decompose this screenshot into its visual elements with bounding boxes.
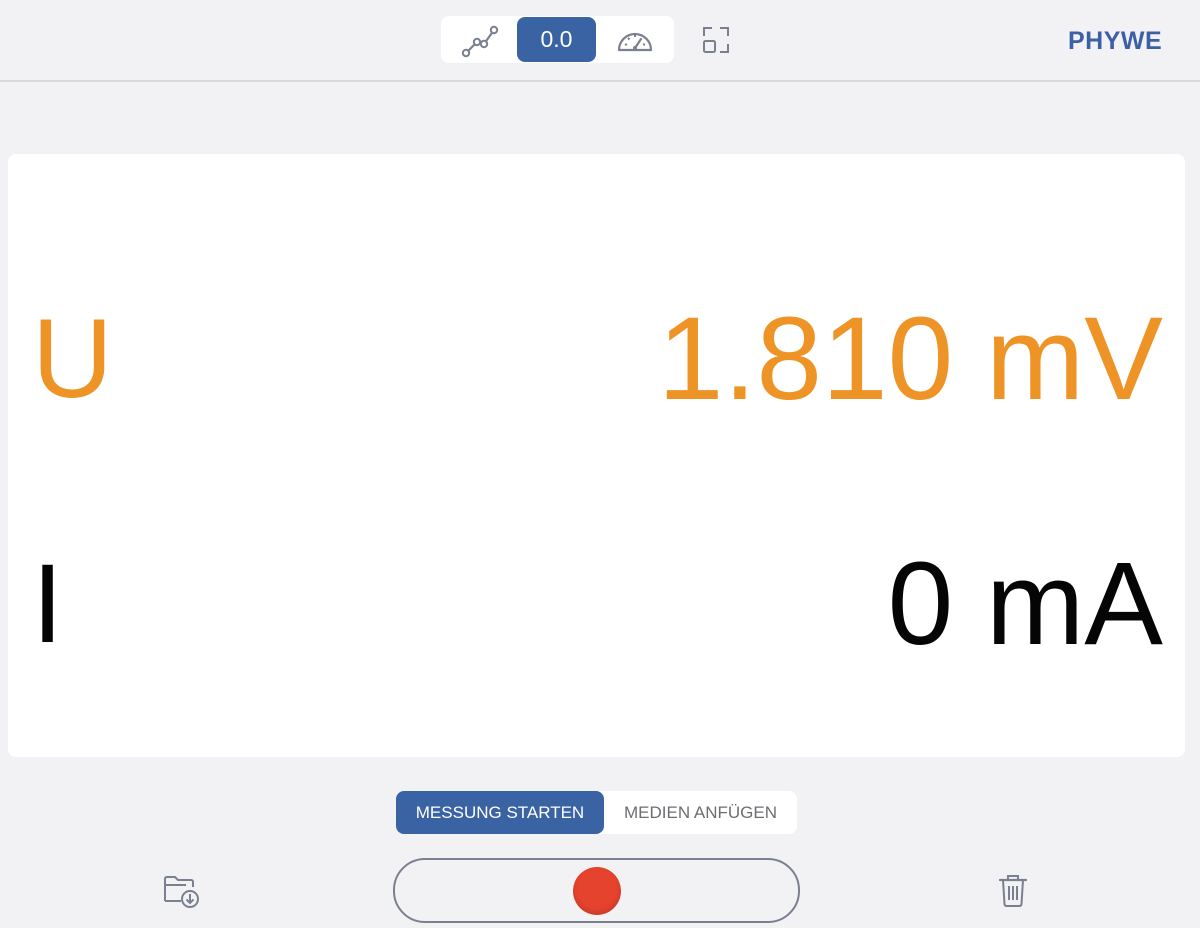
voltage-symbol: U [32,296,113,421]
save-measurement-button[interactable] [160,869,202,911]
voltage-value: 1.810 mV [657,293,1163,425]
phywe-logo: PHYWE [1068,27,1163,55]
mode-tabs: MESSUNG STARTEN MEDIEN ANFÜGEN [396,791,797,834]
current-value: 0 mA [887,538,1163,670]
digital-display-panel: U 1.810 mV I 0 mA [8,154,1185,757]
record-icon [573,867,621,915]
top-toolbar: 0.0 PHYWE [0,0,1200,82]
digital-view-button[interactable]: 0.0 [517,17,596,62]
record-button[interactable] [393,858,800,923]
view-switcher: 0.0 [441,16,674,63]
digital-view-label: 0.0 [540,26,573,52]
tab-attach-media[interactable]: MEDIEN ANFÜGEN [604,791,797,834]
tab-start-measurement[interactable]: MESSUNG STARTEN [396,791,604,834]
folder-download-icon [164,876,199,908]
fullscreen-button[interactable] [697,22,735,58]
delete-button[interactable] [992,869,1034,911]
graph-view-button[interactable] [445,16,515,63]
fullscreen-icon [703,27,729,53]
trash-icon [998,875,1028,907]
current-symbol: I [32,541,64,666]
gauge-icon [617,32,653,51]
voltage-reading-row: U 1.810 mV [8,289,1185,429]
line-graph-icon [461,25,499,57]
gauge-view-button[interactable] [599,16,671,63]
current-reading-row: I 0 mA [8,534,1185,674]
